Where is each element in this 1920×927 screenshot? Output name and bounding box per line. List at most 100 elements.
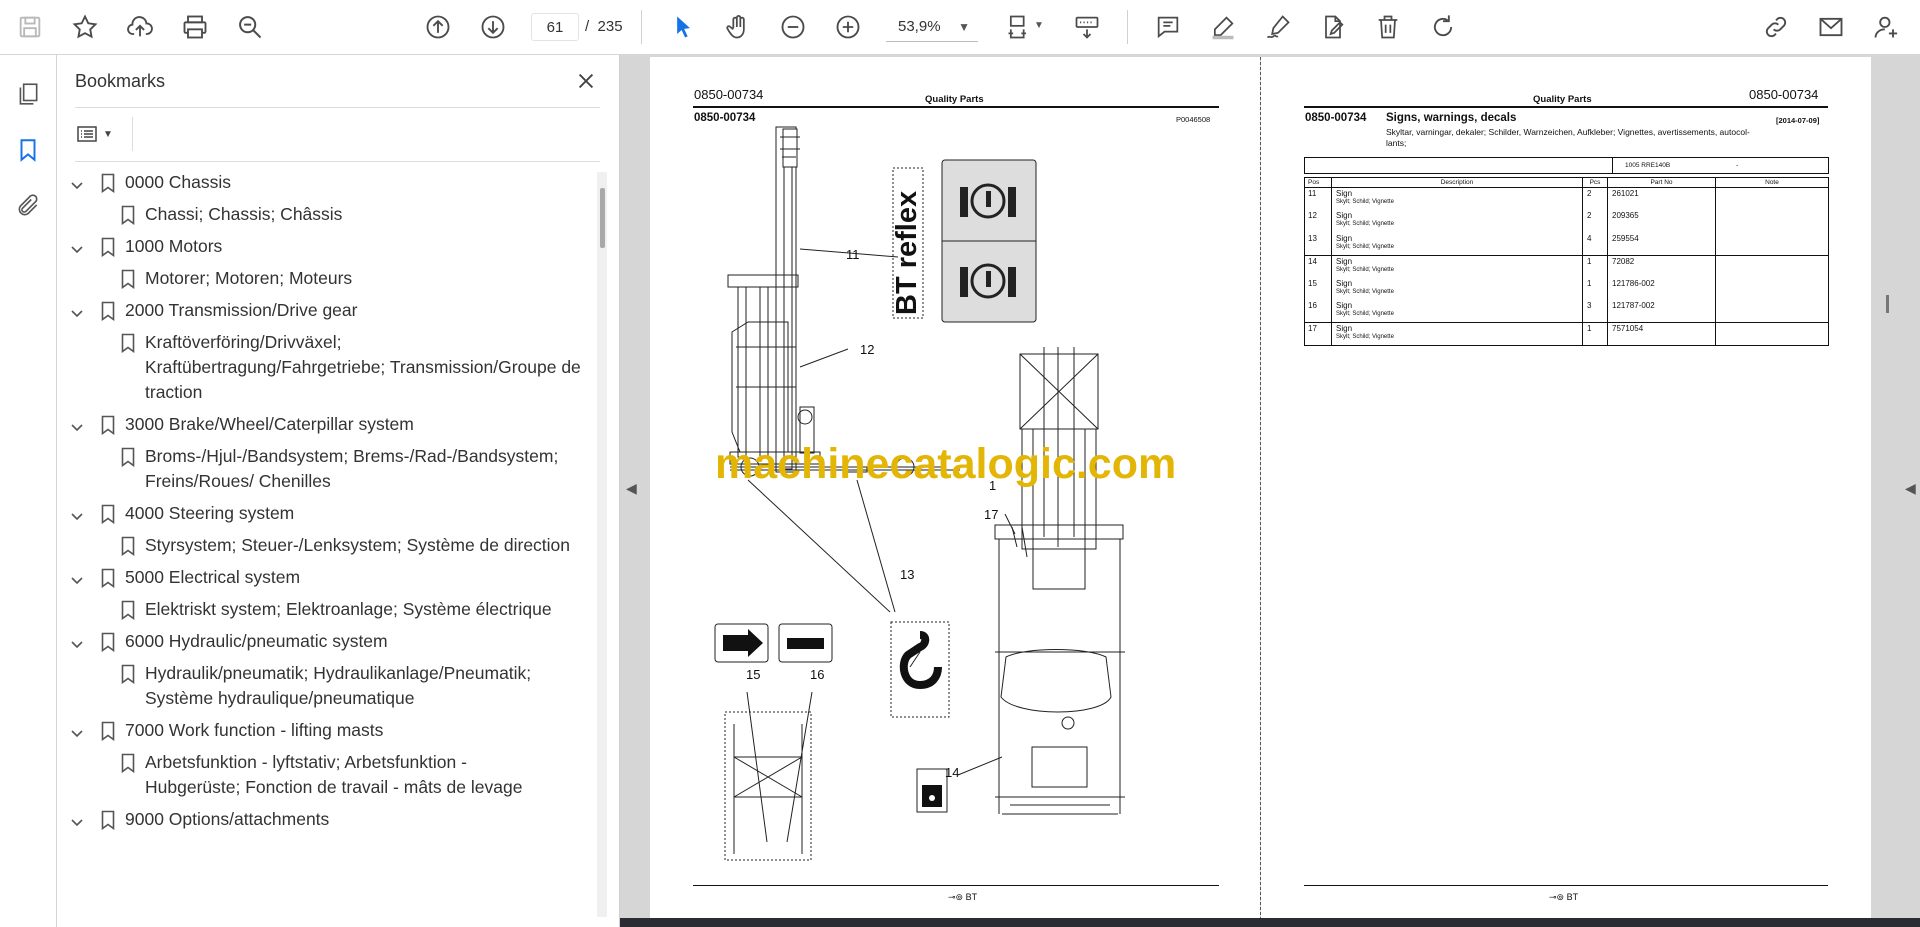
table-row: 11 Sign Skylt; Schild; Vignette 2 261021 xyxy=(1304,187,1829,210)
bookmark-label: Kraftöverföring/Drivväxel; xyxy=(145,332,342,352)
document-viewport: ◀ ◀ 0850-00734 Quality Parts 0850-00734 … xyxy=(620,55,1920,927)
print-icon[interactable] xyxy=(176,8,214,46)
bookmark-item[interactable]: 3000 Brake/Wheel/Caterpillar system xyxy=(57,412,602,437)
cell-description: Sign Skylt; Schild; Vignette xyxy=(1331,187,1583,210)
divider xyxy=(75,107,600,108)
scroll-handle[interactable] xyxy=(1886,295,1889,313)
account-icon[interactable] xyxy=(1867,8,1905,46)
bookmark-label: 0000 Chassis xyxy=(125,172,232,192)
toolbar-divider xyxy=(641,10,642,44)
bookmark-subitem[interactable]: Elektriskt system; Elektroanlage; Systèm… xyxy=(57,597,602,622)
share-link-icon[interactable] xyxy=(1757,8,1795,46)
scroll-mode-icon[interactable] xyxy=(1068,8,1106,46)
bookmark-icon xyxy=(101,301,115,322)
bookmark-item[interactable]: 1000 Motors xyxy=(57,234,602,259)
table-row: 12 Sign Skylt; Schild; Vignette 2 209365 xyxy=(1304,210,1829,233)
divider xyxy=(132,117,133,151)
chevron-down-icon[interactable]: ▼ xyxy=(1034,20,1044,31)
zoom-out-icon[interactable] xyxy=(774,8,812,46)
chevron-down-icon[interactable] xyxy=(69,570,85,586)
taskbar-strip xyxy=(620,918,1920,927)
bookmark-item[interactable]: 7000 Work function - lifting masts xyxy=(57,718,602,743)
chevron-down-icon[interactable] xyxy=(69,239,85,255)
fit-page-icon[interactable] xyxy=(1000,8,1038,46)
attachment-icon[interactable] xyxy=(9,187,47,225)
save-icon[interactable] xyxy=(11,8,49,46)
hand-icon[interactable] xyxy=(719,8,757,46)
footer-rule xyxy=(1304,885,1828,886)
sign-icon[interactable] xyxy=(1259,8,1297,46)
highlight-icon[interactable] xyxy=(1204,8,1242,46)
collapse-left-arrow-icon[interactable]: ◀ xyxy=(626,480,637,497)
page-separator: / xyxy=(585,18,590,35)
chevron-down-icon[interactable] xyxy=(69,175,85,191)
bookmark-item[interactable]: 0000 Chassis xyxy=(57,170,602,195)
bookmark-icon xyxy=(101,504,115,525)
chevron-down-icon[interactable] xyxy=(69,303,85,319)
bookmark-scrollbar[interactable] xyxy=(597,172,607,917)
bookmark-subitem[interactable]: Motorer; Motoren; Moteurs xyxy=(57,266,602,291)
bookmark-item[interactable]: 5000 Electrical system xyxy=(57,565,602,590)
bookmark-subitem[interactable]: Arbetsfunktion - lyftstativ; Arbetsfunkt… xyxy=(57,750,602,800)
cell-note xyxy=(1716,300,1829,323)
star-icon[interactable] xyxy=(66,8,104,46)
email-icon[interactable] xyxy=(1812,8,1850,46)
bookmark-label: Système hydraulique/pneumatique xyxy=(145,688,415,708)
bookmark-label: 5000 Electrical system xyxy=(125,567,301,587)
chevron-down-icon[interactable] xyxy=(69,506,85,522)
page-up-icon[interactable] xyxy=(419,8,457,46)
panel-title: Bookmarks xyxy=(75,71,166,91)
section-subtitle-cont: lants; xyxy=(1386,138,1407,148)
chevron-down-icon[interactable] xyxy=(69,634,85,650)
page-code: 0850-00734 xyxy=(1749,87,1819,102)
footer-text: BT xyxy=(965,892,978,902)
zoom-in-icon[interactable] xyxy=(829,8,867,46)
comment-icon[interactable] xyxy=(1149,8,1187,46)
upload-icon[interactable] xyxy=(121,8,159,46)
bookmark-subitem[interactable]: Styrsystem; Steuer-/Lenksystem; Système … xyxy=(57,533,602,558)
bookmark-icon xyxy=(121,664,135,685)
close-icon[interactable] xyxy=(572,67,600,95)
cell-pos: 14 xyxy=(1304,255,1332,278)
bookmark-label: Freins/Roues/ Chenilles xyxy=(145,471,331,491)
cell-note xyxy=(1716,323,1829,346)
chevron-down-icon: ▼ xyxy=(958,20,970,34)
zoom-select[interactable]: 53,9% ▼ xyxy=(886,13,978,42)
description-subtext: Skylt; Schild; Vignette xyxy=(1336,243,1394,250)
bookmark-item[interactable]: 6000 Hydraulic/pneumatic system xyxy=(57,629,602,654)
bookmark-subitem[interactable]: Broms-/Hjul-/Bandsystem; Brems-/Rad-/Ban… xyxy=(57,444,602,494)
callout-number: 15 xyxy=(746,667,760,682)
bookmark-subitem[interactable]: Kraftöverföring/Drivväxel; Kraftübertragu… xyxy=(57,330,602,405)
select-cursor-icon[interactable] xyxy=(664,8,702,46)
bookmark-label: Motorer; Motoren; Moteurs xyxy=(145,268,353,288)
bookmark-options-button[interactable]: ▼ xyxy=(75,119,123,149)
page-down-icon[interactable] xyxy=(474,8,512,46)
col-part-no: Part No xyxy=(1607,177,1716,188)
bookmark-subitem[interactable]: Hydraulik/pneumatik; Hydraulikanlage/Pne… xyxy=(57,661,602,711)
delete-icon[interactable] xyxy=(1369,8,1407,46)
bookmark-panel-icon[interactable] xyxy=(9,131,47,169)
bookmark-icon xyxy=(121,753,135,774)
bookmark-subitem[interactable]: Chassi; Chassis; Châssis xyxy=(57,202,602,227)
rotate-icon[interactable] xyxy=(1424,8,1462,46)
cell-part: 121786-002 xyxy=(1607,277,1716,300)
chevron-down-icon[interactable] xyxy=(69,723,85,739)
chevron-down-icon[interactable] xyxy=(69,812,85,828)
pages-thumbnail-icon[interactable] xyxy=(9,75,47,113)
edit-pdf-icon[interactable] xyxy=(1314,8,1352,46)
scrollbar-thumb[interactable] xyxy=(600,188,605,248)
collapse-right-arrow-icon[interactable]: ◀ xyxy=(1905,480,1916,497)
chevron-down-icon[interactable] xyxy=(69,417,85,433)
zoom-search-icon[interactable] xyxy=(231,8,269,46)
page-number-input[interactable]: 61 xyxy=(531,13,579,41)
bookmark-item[interactable]: 4000 Steering system xyxy=(57,501,602,526)
cell-pcs: 2 xyxy=(1582,210,1608,233)
bookmark-label: traction xyxy=(145,382,203,402)
bookmark-label: Broms-/Hjul-/Bandsystem; Brems-/Rad-/Ban… xyxy=(145,446,559,466)
cell-part: 259554 xyxy=(1607,232,1716,255)
bookmark-item[interactable]: 9000 Options/attachments xyxy=(57,807,602,832)
model-range: - xyxy=(1736,162,1739,169)
bookmark-item[interactable]: 2000 Transmission/Drive gear xyxy=(57,298,602,323)
cell-pos: 15 xyxy=(1304,277,1332,300)
table-row: 14 Sign Skylt; Schild; Vignette 1 72082 xyxy=(1304,255,1829,278)
